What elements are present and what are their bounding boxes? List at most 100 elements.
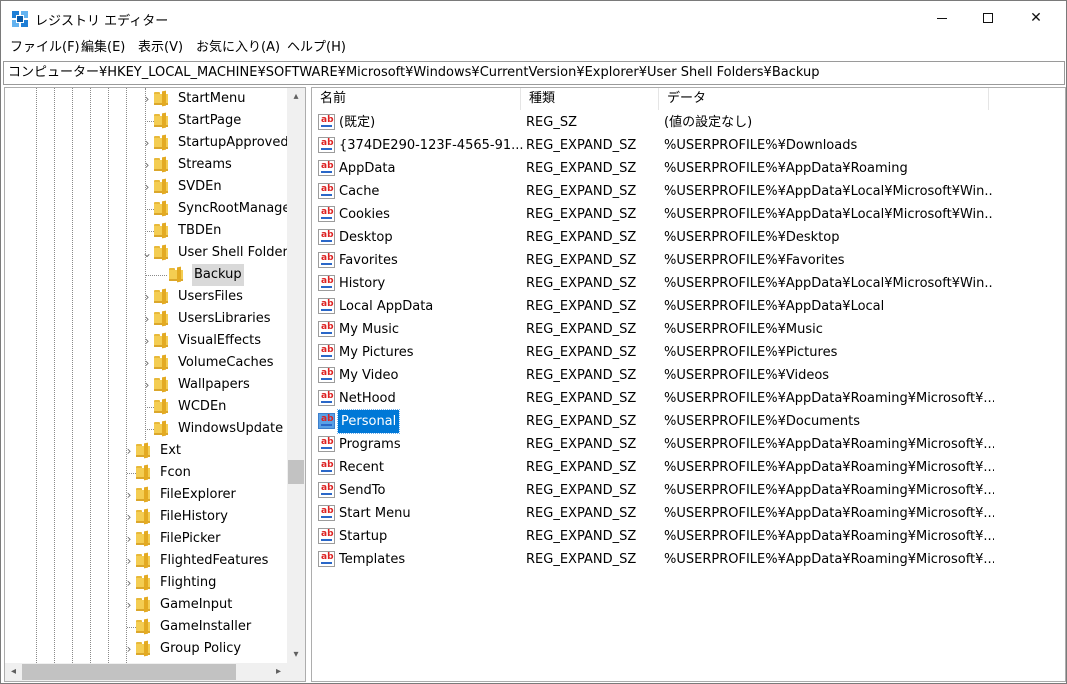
tree-item[interactable]: › Group Policy (5, 638, 287, 660)
value-row[interactable]: ab History REG_EXPAND_SZ %USERPROFILE%¥AppD… (312, 272, 1012, 295)
tree-item[interactable]: › UsersLibraries (5, 308, 287, 330)
maximize-button[interactable] (965, 1, 1011, 37)
tree-item[interactable]: › Streams (5, 154, 287, 176)
expand-chevron-icon[interactable]: › (124, 506, 134, 528)
value-row[interactable]: ab Desktop REG_EXPAND_SZ %USERPROFILE%¥Desk… (312, 226, 1012, 249)
tree-item[interactable]: › FileHistory (5, 506, 287, 528)
tree-item[interactable]: TBDEn (5, 220, 287, 242)
expand-chevron-icon[interactable]: › (124, 484, 134, 506)
value-row[interactable]: ab Startup REG_EXPAND_SZ %USERPROFILE%¥AppD… (312, 525, 1012, 548)
expand-chevron-icon[interactable]: › (124, 550, 134, 572)
tree-item[interactable]: ⌄ User Shell Folders (5, 242, 295, 264)
tree-item[interactable]: StartPage (5, 110, 287, 132)
expand-chevron-icon[interactable]: › (142, 176, 152, 198)
value-row[interactable]: ab SendTo REG_EXPAND_SZ %USERPROFILE%¥AppDa… (312, 479, 1012, 502)
value-row[interactable]: ab My Video REG_EXPAND_SZ %USERPROFILE%¥Vid… (312, 364, 1012, 387)
tree-item[interactable]: › Ext (5, 440, 287, 462)
tree-item[interactable]: SyncRootManager (5, 198, 296, 220)
key-tree-pane[interactable]: › StartMenu StartPage › StartupApproved › Stre… (4, 87, 306, 682)
expand-chevron-icon[interactable]: › (142, 330, 152, 352)
value-row[interactable]: ab Cache REG_EXPAND_SZ %USERPROFILE%¥AppDat… (312, 180, 1012, 203)
expand-chevron-icon[interactable]: › (142, 132, 152, 154)
tree-scroll-thumb[interactable] (288, 460, 304, 484)
tree-item[interactable]: › FlightedFeatures (5, 550, 287, 572)
tree-item[interactable]: › FilePicker (5, 528, 287, 550)
expand-chevron-icon[interactable]: › (124, 440, 134, 462)
value-name: Desktop (339, 230, 393, 245)
expand-chevron-icon[interactable]: › (142, 154, 152, 176)
minimize-button[interactable] (919, 1, 965, 37)
tree-item[interactable]: › GameInput (5, 594, 287, 616)
tree-item[interactable]: GameInstaller (5, 616, 287, 638)
scroll-left-arrow-icon[interactable]: ◂ (5, 663, 22, 681)
expand-chevron-icon[interactable]: › (142, 352, 152, 374)
close-button[interactable]: ✕ (1013, 1, 1059, 37)
value-row[interactable]: ab My Pictures REG_EXPAND_SZ %USERPROFILE%¥… (312, 341, 1012, 364)
value-name: Programs (339, 437, 401, 452)
value-row[interactable]: ab Favorites REG_EXPAND_SZ %USERPROFILE%¥Fa… (312, 249, 1012, 272)
tree-hscroll-thumb[interactable] (22, 664, 236, 680)
scroll-right-arrow-icon[interactable]: ▸ (270, 663, 287, 681)
expand-chevron-icon[interactable]: › (142, 374, 152, 396)
value-row[interactable]: ab Start Menu REG_EXPAND_SZ %USERPROFILE%¥A… (312, 502, 1012, 525)
expand-chevron-icon[interactable]: › (124, 594, 134, 616)
tree-item-label: Group Policy (160, 641, 242, 656)
tree-item[interactable]: Backup (5, 264, 287, 286)
tree-item[interactable]: Fcon (5, 462, 287, 484)
tree-item[interactable]: › SVDEn (5, 176, 287, 198)
menu-file[interactable]: ファイル(F) (10, 39, 80, 57)
value-row[interactable]: ab AppData REG_EXPAND_SZ %USERPROFILE%¥AppD… (312, 157, 1012, 180)
scroll-up-arrow-icon[interactable]: ▴ (287, 88, 305, 105)
menu-favorites[interactable]: お気に入り(A) (196, 39, 280, 57)
value-row[interactable]: ab NetHood REG_EXPAND_SZ %USERPROFILE%¥AppD… (312, 387, 1012, 410)
value-row[interactable]: ab Personal REG_EXPAND_SZ %USERPROFILE%¥Doc… (312, 409, 1012, 434)
menu-help[interactable]: ヘルプ(H) (287, 39, 346, 57)
value-row[interactable]: ab (既定) REG_SZ (値の設定なし) (312, 111, 1012, 134)
column-header-name[interactable]: 名前 (312, 88, 521, 110)
value-row[interactable]: ab Local AppData REG_EXPAND_SZ %USERPROFILE… (312, 295, 1012, 318)
expand-chevron-icon[interactable]: › (142, 88, 152, 110)
value-type: REG_EXPAND_SZ (526, 230, 637, 245)
tree-item[interactable]: › StartMenu (5, 88, 287, 110)
column-header-data[interactable]: データ (659, 88, 989, 110)
menu-view[interactable]: 表示(V) (138, 39, 183, 57)
expand-chevron-icon[interactable]: › (142, 308, 152, 330)
value-type: REG_EXPAND_SZ (526, 299, 637, 314)
string-value-icon: ab (318, 344, 335, 360)
string-value-icon: ab (318, 321, 335, 337)
tree-item[interactable]: › UsersFiles (5, 286, 287, 308)
string-value-icon: ab (318, 367, 335, 383)
tree-item[interactable]: › Wallpapers (5, 374, 287, 396)
collapse-chevron-icon[interactable]: ⌄ (142, 242, 152, 264)
value-data: %USERPROFILE%¥Videos (664, 368, 830, 383)
tree-horizontal-scrollbar[interactable]: ◂ ▸ (5, 663, 287, 681)
value-row[interactable]: ab Programs REG_EXPAND_SZ %USERPROFILE%¥App… (312, 433, 1012, 456)
expand-chevron-icon[interactable]: › (124, 638, 134, 660)
column-header-type[interactable]: 種類 (521, 88, 659, 110)
value-name: Start Menu (339, 506, 411, 521)
expand-chevron-icon[interactable]: › (124, 572, 134, 594)
value-list-pane[interactable]: 名前 種類 データ ab (既定) REG_SZ (値の設定なし) ab {374DE29… (311, 87, 1066, 682)
tree-item[interactable]: › VisualEffects (5, 330, 287, 352)
tree-item[interactable]: › FileExplorer (5, 484, 287, 506)
value-row[interactable]: ab Recent REG_EXPAND_SZ %USERPROFILE%¥AppDa… (312, 456, 1012, 479)
tree-vertical-scrollbar[interactable]: ▴ ▾ (287, 88, 305, 663)
menu-edit[interactable]: 編集(E) (81, 39, 125, 57)
tree-item[interactable]: › Flighting (5, 572, 287, 594)
value-row[interactable]: ab {374DE290-123F-4565-91... REG_EXPAND_SZ… (312, 134, 1012, 157)
string-value-icon: ab (318, 137, 335, 153)
expand-chevron-icon[interactable]: › (124, 528, 134, 550)
tree-item[interactable]: WindowsUpdate (5, 418, 287, 440)
title-bar[interactable]: レジストリ エディター ✕ (1, 1, 1066, 37)
tree-item[interactable]: › VolumeCaches (5, 352, 287, 374)
tree-item[interactable]: › StartupApproved (5, 132, 289, 154)
tree-item[interactable]: WCDEn (5, 396, 287, 418)
value-row[interactable]: ab Cookies REG_EXPAND_SZ %USERPROFILE%¥AppD… (312, 203, 1012, 226)
value-row[interactable]: ab Templates REG_EXPAND_SZ %USERPROFILE%¥Ap… (312, 548, 1012, 571)
scroll-down-arrow-icon[interactable]: ▾ (287, 646, 305, 663)
address-bar[interactable]: コンピューター¥HKEY_LOCAL_MACHINE¥SOFTWARE¥Micr… (3, 61, 1065, 85)
value-type: REG_EXPAND_SZ (526, 368, 637, 383)
value-row[interactable]: ab My Music REG_EXPAND_SZ %USERPROFILE%¥Mus… (312, 318, 1012, 341)
folder-icon (136, 530, 150, 547)
expand-chevron-icon[interactable]: › (142, 286, 152, 308)
